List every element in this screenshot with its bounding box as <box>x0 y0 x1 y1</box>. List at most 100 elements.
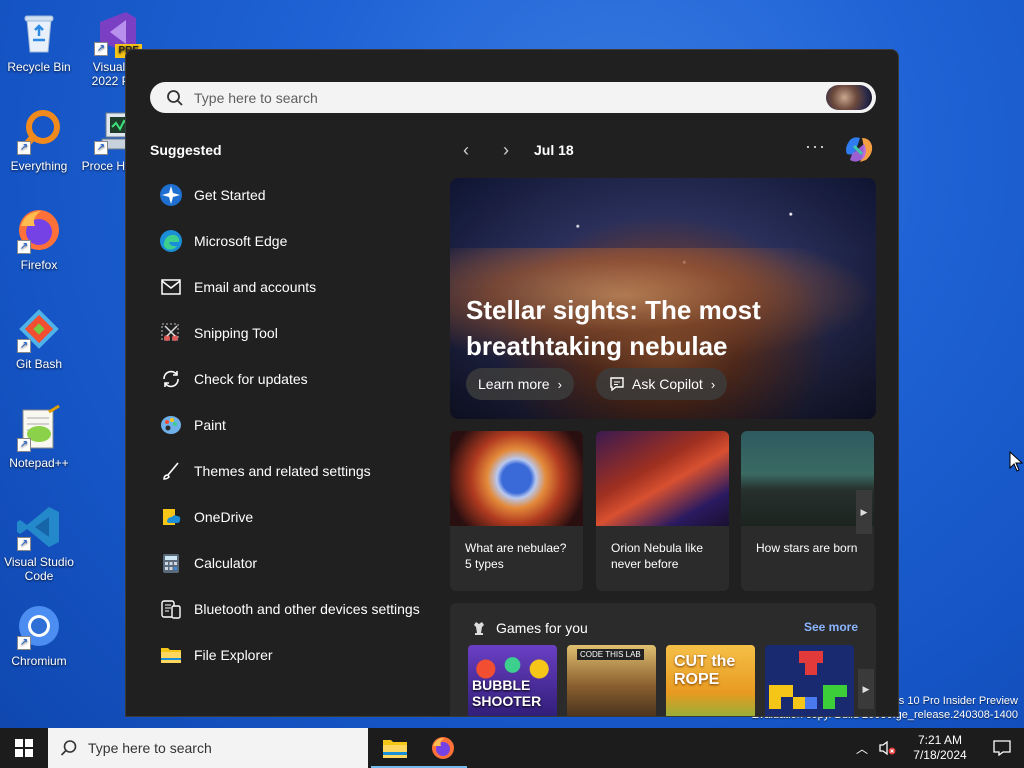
game-tile-cut-the-rope[interactable]: CUT the ROPE <box>666 645 755 716</box>
get-started-icon <box>158 182 184 208</box>
recycle-bin-icon <box>15 8 63 56</box>
suggested-list: Get Started Microsoft Edge Email and acc… <box>158 172 448 678</box>
desktop-icon-everything[interactable]: ↗ Everything <box>1 107 77 173</box>
calculator-icon <box>158 550 184 576</box>
game-tile-chess[interactable]: CODE THIS LAB <box>567 645 656 716</box>
taskbar-search-box[interactable]: Type here to search <box>48 728 368 768</box>
story-card[interactable]: What are nebulae? 5 types <box>450 431 583 591</box>
volume-muted-icon[interactable] <box>874 740 900 756</box>
suggested-item-get-started[interactable]: Get Started <box>158 172 448 218</box>
desktop-icon-recycle-bin[interactable]: Recycle Bin <box>1 8 77 74</box>
game-tile-blocks[interactable] <box>765 645 854 716</box>
git-bash-icon: ↗ <box>15 305 63 353</box>
keyboard-devices-icon <box>158 596 184 622</box>
chevron-right-icon: › <box>557 376 562 392</box>
next-arrow-icon[interactable]: › <box>496 140 516 160</box>
suggested-item-email-accounts[interactable]: Email and accounts <box>158 264 448 310</box>
folder-icon <box>158 642 184 668</box>
firefox-icon <box>432 737 454 759</box>
suggested-item-label: Microsoft Edge <box>194 233 288 249</box>
suggested-item-label: Calculator <box>194 555 258 571</box>
start-button[interactable] <box>0 728 48 768</box>
snipping-tool-icon <box>158 320 184 346</box>
suggested-item-microsoft-edge[interactable]: Microsoft Edge <box>158 218 448 264</box>
search-highlight-image[interactable] <box>826 85 872 110</box>
windows-logo-icon <box>15 739 33 757</box>
orion-nebula-image <box>596 431 729 526</box>
suggested-item-check-updates[interactable]: Check for updates <box>158 356 448 402</box>
clock-time: 7:21 AM <box>917 733 963 747</box>
chromium-icon: ↗ <box>15 602 63 650</box>
shortcut-arrow-icon: ↗ <box>17 141 31 155</box>
clock-date: 7/18/2024 <box>913 748 967 762</box>
shortcut-arrow-icon: ↗ <box>17 339 31 353</box>
suggested-item-themes[interactable]: Themes and related settings <box>158 448 448 494</box>
games-title-label: Games for you <box>496 620 588 636</box>
story-card[interactable]: How stars are born <box>741 431 874 591</box>
suggested-item-label: OneDrive <box>194 509 254 525</box>
games-next-arrow-icon[interactable]: ▶ <box>858 669 874 709</box>
desktop-icon-label: Firefox <box>20 258 58 272</box>
suggested-item-snipping-tool[interactable]: Snipping Tool <box>158 310 448 356</box>
taskbar-clock[interactable]: 7:21 AM 7/18/2024 <box>900 733 980 763</box>
taskbar-firefox[interactable] <box>419 728 467 768</box>
system-tray: ︿ 7:21 AM 7/18/2024 <box>850 728 1024 768</box>
night-sky-image <box>741 431 874 526</box>
chat-bubble-icon <box>610 377 624 392</box>
desktop-icon-vscode[interactable]: ↗ Visual Studio Code <box>1 503 77 583</box>
game-tile-bubble-shooter[interactable]: BUBBLE SHOOTER <box>468 645 557 716</box>
story-caption: Orion Nebula like never before <box>611 541 704 571</box>
suggested-item-onedrive[interactable]: OneDrive <box>158 494 448 540</box>
mouse-cursor-icon <box>1009 451 1024 472</box>
suggested-item-bluetooth-devices[interactable]: Bluetooth and other devices settings <box>158 586 448 632</box>
feed-nav-row: ‹ › Jul 18 ··· <box>450 136 876 164</box>
notification-center-icon[interactable] <box>980 740 1024 756</box>
search-placeholder: Type here to search <box>194 89 318 106</box>
suggested-item-label: Get Started <box>194 187 266 203</box>
helix-nebula-image <box>450 431 583 526</box>
desktop-icon-git-bash[interactable]: ↗ Git Bash <box>1 305 77 371</box>
refresh-icon <box>158 366 184 392</box>
tetris-blocks-image <box>769 651 847 709</box>
hero-story-card[interactable]: Stellar sights: The most breathtaking ne… <box>450 178 876 419</box>
suggested-item-label: Bluetooth and other devices settings <box>194 601 420 617</box>
cards-next-arrow-icon[interactable]: ▶ <box>856 490 872 534</box>
chevron-right-icon: › <box>710 376 716 392</box>
games-heading: Games for you <box>470 619 588 637</box>
game-tile-title: BUBBLE SHOOTER <box>472 677 542 709</box>
more-options-icon[interactable]: ··· <box>805 136 826 157</box>
taskbar-file-explorer[interactable] <box>371 728 419 768</box>
desktop-icon-chromium[interactable]: ↗ Chromium <box>1 602 77 668</box>
learn-more-button[interactable]: Learn more › <box>466 368 574 400</box>
shortcut-arrow-icon: ↗ <box>17 636 31 650</box>
suggested-item-label: File Explorer <box>194 647 273 663</box>
start-search-input[interactable]: Type here to search <box>150 82 876 113</box>
see-more-link[interactable]: See more <box>804 620 858 634</box>
suggested-heading: Suggested <box>150 142 222 158</box>
onedrive-icon <box>158 504 184 530</box>
story-card[interactable]: Orion Nebula like never before <box>596 431 729 591</box>
desktop-icon-notepad-plus-plus[interactable]: ↗ Notepad++ <box>1 404 77 470</box>
suggested-item-calculator[interactable]: Calculator <box>158 540 448 586</box>
desktop-icon-label: Chromium <box>11 654 67 668</box>
game-tile-title: CUT the ROPE <box>674 653 736 688</box>
ask-copilot-label: Ask Copilot <box>632 376 703 392</box>
suggested-item-label: Snipping Tool <box>194 325 278 341</box>
ask-copilot-button[interactable]: Ask Copilot › <box>596 368 728 400</box>
copilot-icon[interactable] <box>842 134 876 166</box>
mail-icon <box>158 274 184 300</box>
desktop-icon-label: Notepad++ <box>9 456 69 470</box>
hero-title: Stellar sights: The most breathtaking ne… <box>466 295 761 361</box>
suggested-item-paint[interactable]: Paint <box>158 402 448 448</box>
suggested-item-file-explorer[interactable]: File Explorer <box>158 632 448 678</box>
folder-icon <box>383 740 407 758</box>
previous-arrow-icon[interactable]: ‹ <box>456 140 476 160</box>
feed-date: Jul 18 <box>534 142 574 158</box>
shortcut-arrow-icon: ↗ <box>17 537 31 551</box>
chess-piece-icon <box>474 622 484 635</box>
chevron-up-icon[interactable]: ︿ <box>850 740 874 757</box>
desktop-icon-label: Recycle Bin <box>7 60 71 74</box>
desktop-icon-label: Git Bash <box>15 357 63 371</box>
desktop-icon-firefox[interactable]: ↗ Firefox <box>1 206 77 272</box>
search-icon <box>60 740 77 756</box>
